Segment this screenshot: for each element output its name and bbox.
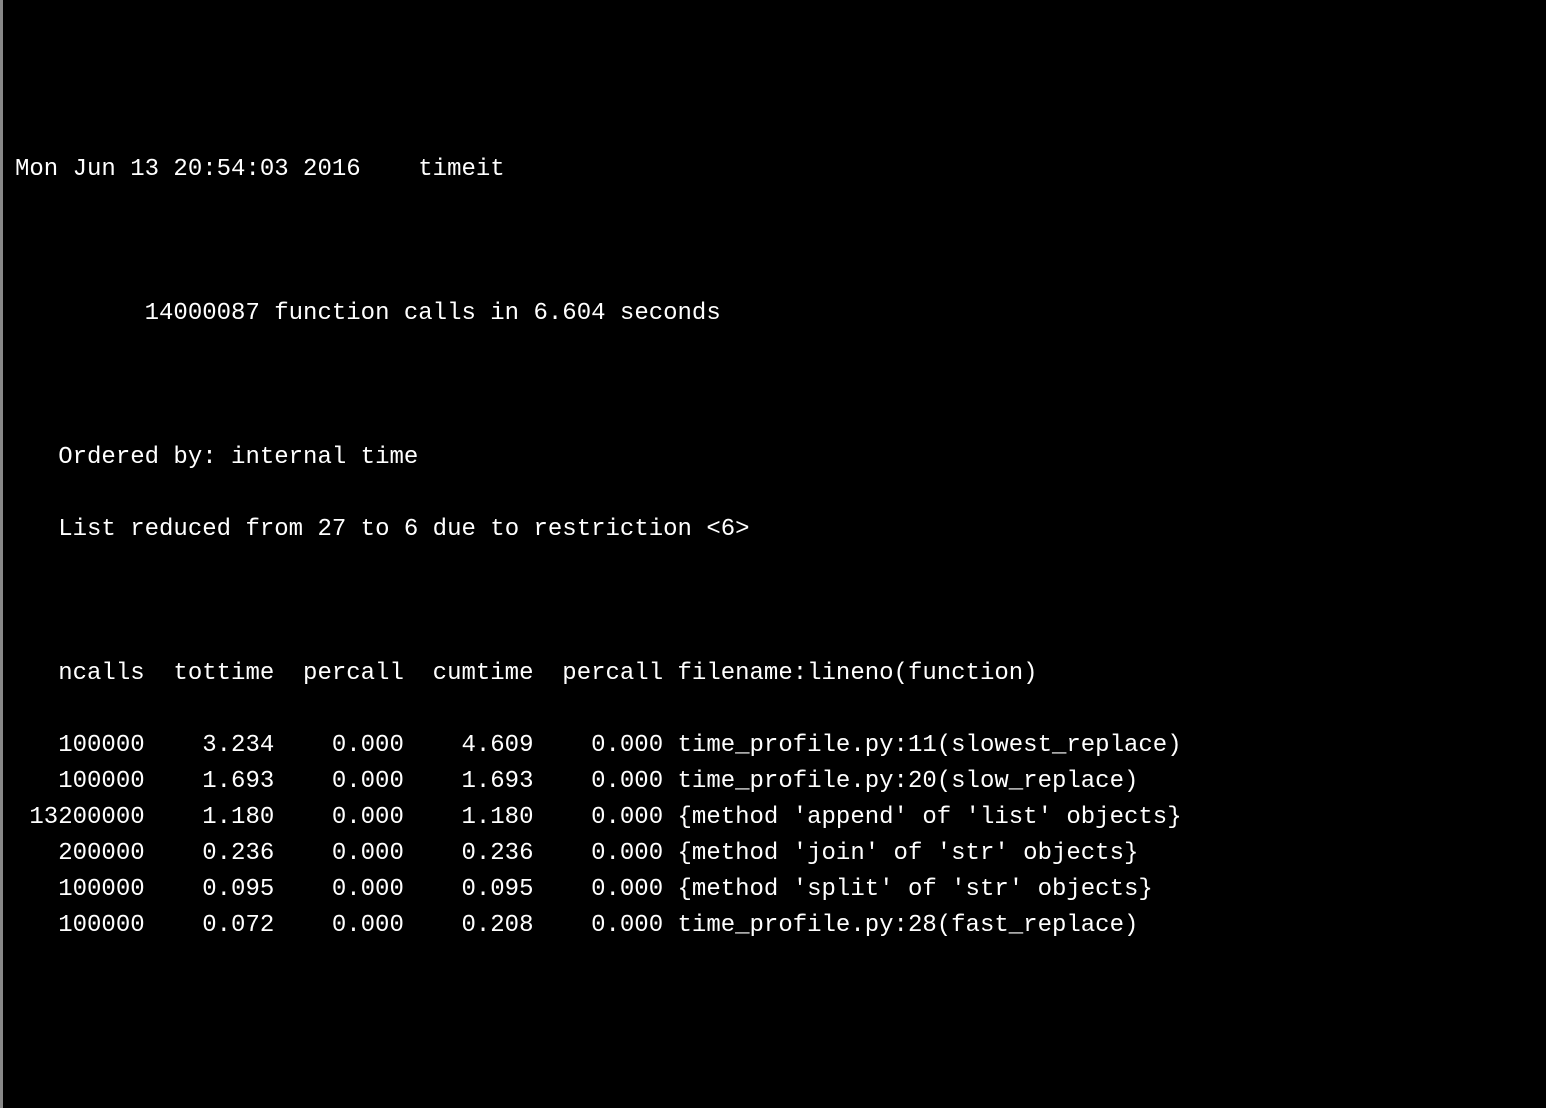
ordering-line: Ordered by: internal time [15, 440, 1534, 476]
blank-line [15, 224, 1534, 260]
table-row: 100000 1.693 0.000 1.693 0.000 time_prof… [15, 764, 1534, 800]
summary-line: 14000087 function calls in 6.604 seconds [15, 296, 1534, 332]
total-calls: 14000087 [145, 300, 260, 327]
table-row: 100000 0.095 0.000 0.095 0.000 {method '… [15, 872, 1534, 908]
table-header: ncalls tottime percall cumtime percall f… [15, 656, 1534, 692]
timestamp: Mon Jun 13 20:54:03 2016 [15, 156, 361, 183]
reduced-from: 27 [317, 516, 346, 543]
blank-line [15, 584, 1534, 620]
reduction-line: List reduced from 27 to 6 due to restric… [15, 512, 1534, 548]
table-row: 100000 3.234 0.000 4.609 0.000 time_prof… [15, 728, 1534, 764]
profiler-label: timeit [418, 156, 504, 183]
table-row: 100000 0.072 0.000 0.208 0.000 time_prof… [15, 908, 1534, 944]
blank-line [15, 368, 1534, 404]
profiler-header: Mon Jun 13 20:54:03 2016 timeit [15, 152, 1534, 188]
table-row: 13200000 1.180 0.000 1.180 0.000 {method… [15, 800, 1534, 836]
order-by: internal time [231, 444, 418, 471]
total-seconds: 6.604 [534, 300, 606, 327]
reduced-to: 6 [404, 516, 418, 543]
table-row: 200000 0.236 0.000 0.236 0.000 {method '… [15, 836, 1534, 872]
